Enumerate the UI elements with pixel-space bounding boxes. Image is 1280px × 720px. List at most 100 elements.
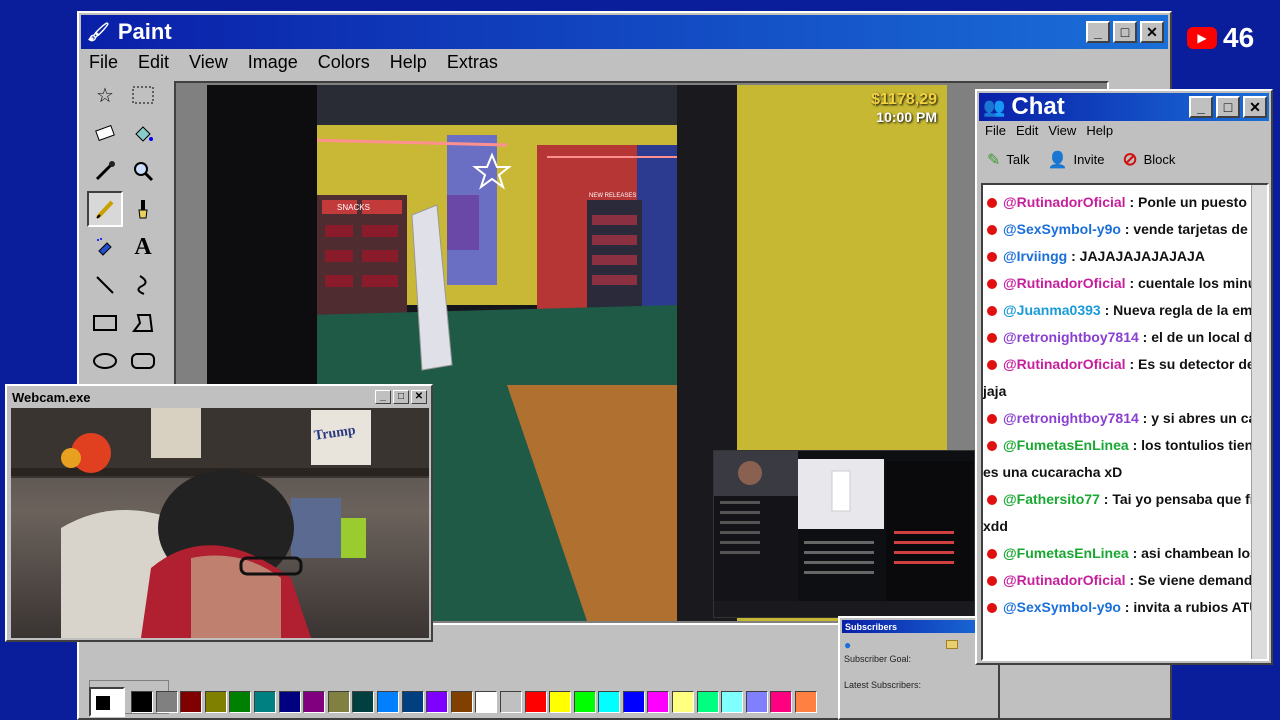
- chat-username[interactable]: @SexSymbol-y9o: [1003, 221, 1121, 237]
- menu-extras[interactable]: Extras: [445, 50, 500, 75]
- menu-edit[interactable]: Edit: [136, 50, 171, 75]
- menu-help[interactable]: Help: [388, 50, 429, 75]
- chat-username[interactable]: @SexSymbol-y9o: [1003, 599, 1121, 615]
- palette-swatch[interactable]: [376, 691, 399, 713]
- chat-username[interactable]: @FumetasEnLinea: [1003, 545, 1129, 561]
- chat-username[interactable]: @Irviingg: [1003, 248, 1067, 264]
- palette-swatch[interactable]: [499, 691, 522, 713]
- chat-maximize-button[interactable]: □: [1216, 96, 1240, 118]
- chat-menu-file[interactable]: File: [985, 123, 1006, 138]
- menu-file[interactable]: File: [87, 50, 120, 75]
- chat-menu-view[interactable]: View: [1048, 123, 1076, 138]
- palette-swatch[interactable]: [721, 691, 744, 713]
- chat-message: @RutinadorOficial : Ponle un puesto de q…: [983, 189, 1267, 216]
- talk-icon: ✎: [987, 151, 1001, 169]
- invite-button[interactable]: 👤 Invite: [1048, 149, 1105, 170]
- chat-titlebar[interactable]: 👥 Chat _ □ ✕: [979, 93, 1269, 121]
- airbrush-icon[interactable]: [87, 229, 123, 265]
- chat-menu-help[interactable]: Help: [1086, 123, 1113, 138]
- menu-view[interactable]: View: [187, 50, 230, 75]
- webcam-maximize-button[interactable]: □: [393, 390, 409, 404]
- webcam-minimize-button[interactable]: _: [375, 390, 391, 404]
- rect-select-icon[interactable]: [125, 77, 161, 113]
- eraser-icon[interactable]: [87, 115, 123, 151]
- palette-swatch[interactable]: [672, 691, 695, 713]
- chat-scrollbar[interactable]: [1251, 185, 1267, 659]
- palette-swatch[interactable]: [475, 691, 498, 713]
- palette-swatch[interactable]: [745, 691, 768, 713]
- magnifier-icon[interactable]: [125, 153, 161, 189]
- chat-username[interactable]: @retronightboy7814: [1003, 329, 1139, 345]
- chat-close-button[interactable]: ✕: [1243, 96, 1267, 118]
- chat-messages[interactable]: @RutinadorOficial : Ponle un puesto de q…: [981, 183, 1269, 661]
- palette-swatch[interactable]: [303, 691, 326, 713]
- brush-icon[interactable]: [125, 191, 161, 227]
- palette-swatch[interactable]: [524, 691, 547, 713]
- chat-username[interactable]: @Juanma0393: [1003, 302, 1101, 318]
- menu-colors[interactable]: Colors: [316, 50, 372, 75]
- line-icon[interactable]: [87, 267, 123, 303]
- chat-username[interactable]: @RutinadorOficial: [1003, 356, 1126, 372]
- current-color[interactable]: [89, 687, 125, 717]
- webcam-close-button[interactable]: ✕: [411, 390, 427, 404]
- palette-swatch[interactable]: [598, 691, 621, 713]
- paint-titlebar[interactable]: 🖌 Paint _ □ ✕: [81, 15, 1168, 49]
- block-button[interactable]: ⊘ Block: [1123, 149, 1176, 170]
- palette-swatch[interactable]: [253, 691, 276, 713]
- subscribers-titlebar[interactable]: Subscribers: [842, 620, 996, 633]
- palette-swatch[interactable]: [622, 691, 645, 713]
- chat-menu-edit[interactable]: Edit: [1016, 123, 1038, 138]
- menu-image[interactable]: Image: [246, 50, 300, 75]
- toolbox: ☆ A: [87, 77, 167, 387]
- free-select-icon[interactable]: ☆: [87, 77, 123, 113]
- chat-username[interactable]: @Fathersito77: [1003, 491, 1100, 507]
- palette-swatch[interactable]: [131, 691, 153, 713]
- minimize-button[interactable]: _: [1086, 21, 1110, 43]
- text-icon[interactable]: A: [125, 229, 161, 265]
- maximize-button[interactable]: □: [1113, 21, 1137, 43]
- palette-swatch[interactable]: [770, 691, 793, 713]
- palette-swatch[interactable]: [278, 691, 301, 713]
- palette-swatch[interactable]: [573, 691, 596, 713]
- palette-swatch[interactable]: [180, 691, 203, 713]
- chat-username[interactable]: @FumetasEnLinea: [1003, 437, 1129, 453]
- fill-icon[interactable]: [125, 115, 161, 151]
- chat-text: : el de un local de carti: [1142, 329, 1267, 345]
- palette-swatch[interactable]: [229, 691, 252, 713]
- chat-username[interactable]: @RutinadorOficial: [1003, 275, 1126, 291]
- palette-swatch[interactable]: [549, 691, 572, 713]
- close-button[interactable]: ✕: [1140, 21, 1164, 43]
- palette-swatch[interactable]: [155, 691, 178, 713]
- paint-icon: 🖌: [87, 21, 110, 42]
- chat-username[interactable]: @RutinadorOficial: [1003, 572, 1126, 588]
- rounded-rect-icon[interactable]: [125, 343, 161, 379]
- folder-icon[interactable]: [946, 640, 958, 649]
- live-dot-icon: [987, 441, 997, 452]
- sign-new-releases: NEW RELEASES: [589, 193, 636, 199]
- pencil-icon[interactable]: [87, 191, 123, 227]
- palette-swatch[interactable]: [204, 691, 227, 713]
- ellipse-icon[interactable]: [87, 343, 123, 379]
- talk-button[interactable]: ✎ Talk: [987, 149, 1030, 170]
- palette-swatch[interactable]: [795, 691, 818, 713]
- swatches: [131, 691, 820, 713]
- palette-swatch[interactable]: [426, 691, 449, 713]
- chat-text: : cuentale los minutos: [1125, 275, 1269, 291]
- webcam-titlebar[interactable]: Webcam.exe _ □ ✕: [9, 388, 429, 406]
- palette-swatch[interactable]: [450, 691, 473, 713]
- palette-swatch[interactable]: [401, 691, 424, 713]
- live-dot-icon: [987, 333, 997, 344]
- chat-minimize-button[interactable]: _: [1189, 96, 1213, 118]
- webcam-title: Webcam.exe: [12, 389, 91, 405]
- palette-swatch[interactable]: [352, 691, 375, 713]
- rect-icon[interactable]: [87, 305, 123, 341]
- chat-username[interactable]: @retronightboy7814: [1003, 410, 1139, 426]
- curve-icon[interactable]: [125, 267, 161, 303]
- palette-swatch[interactable]: [696, 691, 719, 713]
- palette-swatch[interactable]: [327, 691, 350, 713]
- chat-username[interactable]: @RutinadorOficial: [1003, 194, 1126, 210]
- chat-text: : Es su detector de menti: [1129, 356, 1267, 372]
- polygon-icon[interactable]: [125, 305, 161, 341]
- palette-swatch[interactable]: [647, 691, 670, 713]
- picker-icon[interactable]: [87, 153, 123, 189]
